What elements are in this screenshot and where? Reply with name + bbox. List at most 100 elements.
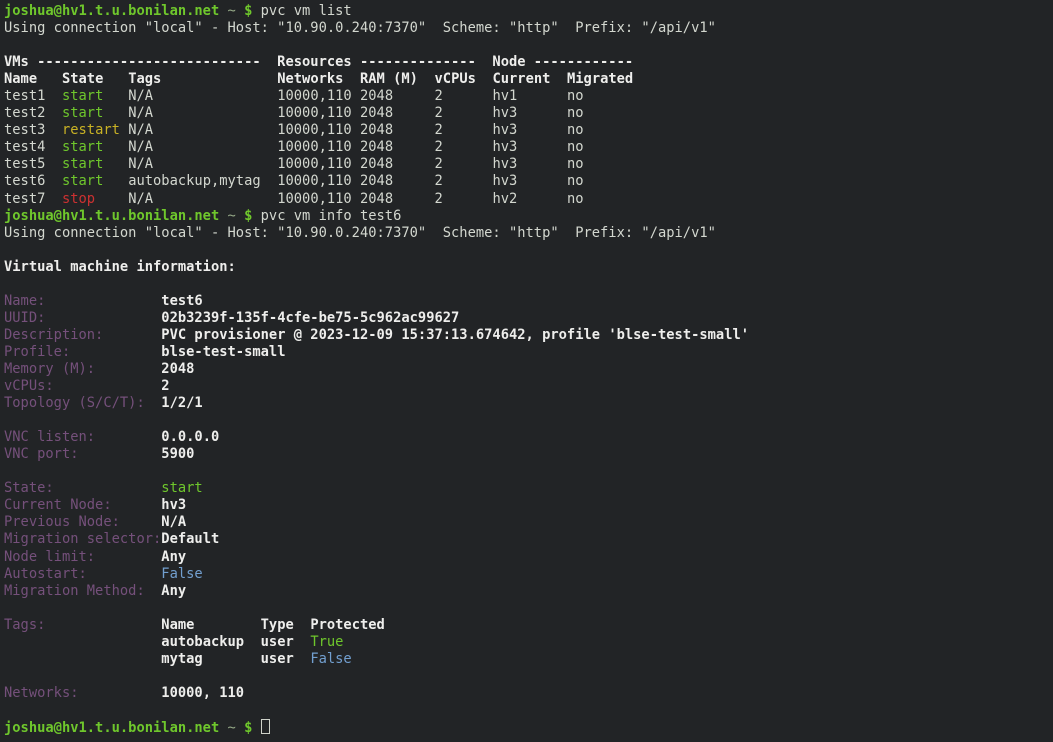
terminal-line: [4, 702, 1053, 719]
indent: [4, 651, 161, 667]
vm-migrated: no: [567, 156, 584, 172]
field-label: Profile:: [4, 344, 161, 360]
vm-vcpus: 2: [435, 156, 493, 172]
vm-name: test3: [4, 122, 62, 138]
prompt-cwd: ~: [219, 3, 236, 19]
vm-migrated: no: [567, 88, 584, 104]
field-label: Migration selector:: [4, 531, 161, 547]
vm-name: test5: [4, 156, 62, 172]
tag-type: user: [261, 634, 311, 650]
vm-ram: 2048: [360, 105, 435, 121]
terminal-line: [4, 37, 1053, 54]
field-value: test6: [161, 293, 202, 309]
field-value: 1/2/1: [161, 395, 202, 411]
field-label: Tags:: [4, 617, 161, 633]
vm-tags: N/A: [128, 139, 277, 155]
terminal-line: test6 start autobackup,mytag 10000,110 2…: [4, 173, 1053, 190]
vm-name: test2: [4, 105, 62, 121]
col-header-name: Name: [4, 71, 62, 87]
tag-type: user: [261, 651, 311, 667]
field-label: vCPUs:: [4, 378, 161, 394]
col-header-vcpus: vCPUs: [435, 71, 493, 87]
vm-state: stop: [62, 191, 128, 207]
field-label: Networks:: [4, 685, 161, 701]
field-value: 0.0.0.0: [161, 429, 219, 445]
field-value: 2: [161, 378, 169, 394]
field-value: 5900: [161, 446, 194, 462]
terminal-line: test4 start N/A 10000,110 2048 2 hv3 no: [4, 139, 1053, 156]
terminal-line: VMs --------------------------- Resource…: [4, 54, 1053, 71]
desktop: { "palette": { "bg": "#222426", "fg": "#…: [0, 0, 1053, 742]
field-label: Topology (S/C/T):: [4, 395, 161, 411]
terminal-line: VNC listen: 0.0.0.0: [4, 429, 1053, 446]
field-value: 02b3239f-135f-4cfe-be75-5c962ac99627: [161, 310, 459, 326]
terminal-line: Using connection "local" - Host: "10.90.…: [4, 225, 1053, 242]
terminal-line: [4, 668, 1053, 685]
terminal-line: test2 start N/A 10000,110 2048 2 hv3 no: [4, 105, 1053, 122]
vm-tags: N/A: [128, 88, 277, 104]
vm-name: test6: [4, 173, 62, 189]
field-value: Any: [161, 549, 186, 565]
terminal-line: test5 start N/A 10000,110 2048 2 hv3 no: [4, 156, 1053, 173]
field-value: blse-test-small: [161, 344, 285, 360]
table-group-header: VMs --------------------------- Resource…: [4, 54, 633, 70]
field-label: Description:: [4, 327, 161, 343]
vm-vcpus: 2: [435, 105, 493, 121]
vm-migrated: no: [567, 173, 584, 189]
vm-tags: N/A: [128, 156, 277, 172]
col-header-tags: Tags: [128, 71, 277, 87]
vm-state: restart: [62, 122, 128, 138]
vm-state: start: [62, 105, 128, 121]
terminal-line: joshua@hv1.t.u.bonilan.net ~ $ pvc vm in…: [4, 208, 1053, 225]
field-label: UUID:: [4, 310, 161, 326]
col-header-state: State: [62, 71, 128, 87]
section-heading: Virtual machine information:: [4, 259, 236, 275]
connection-info: Using connection "local" - Host: "10.90.…: [4, 225, 716, 241]
field-value: PVC provisioner @ 2023-12-09 15:37:13.67…: [161, 327, 749, 343]
col-header-migrated: Migrated: [567, 71, 633, 87]
vm-tags: N/A: [128, 122, 277, 138]
vm-current-node: hv3: [492, 156, 567, 172]
vm-vcpus: 2: [435, 139, 493, 155]
terminal-line: joshua@hv1.t.u.bonilan.net ~ $: [4, 719, 1053, 736]
prompt-user-host: joshua@hv1.t.u.bonilan.net: [4, 720, 219, 736]
terminal-line: Migration selector:Default: [4, 531, 1053, 548]
text: [252, 720, 260, 736]
prompt-symbol: $: [236, 720, 253, 736]
vm-state: start: [62, 139, 128, 155]
terminal-line: Virtual machine information:: [4, 259, 1053, 276]
vm-migrated: no: [567, 122, 584, 138]
terminal-line: joshua@hv1.t.u.bonilan.net ~ $ pvc vm li…: [4, 3, 1053, 20]
terminal-line: Networks: 10000, 110: [4, 685, 1053, 702]
field-value: N/A: [161, 514, 186, 530]
terminal-line: VNC port: 5900: [4, 446, 1053, 463]
terminal-line: Tags: Name Type Protected: [4, 617, 1053, 634]
terminal-line: Migration Method: Any: [4, 583, 1053, 600]
tags-col-header-type: Type: [261, 617, 311, 633]
field-label: State:: [4, 480, 161, 496]
field-label: Previous Node:: [4, 514, 161, 530]
vm-current-node: hv3: [492, 139, 567, 155]
vm-networks: 10000,110: [277, 88, 360, 104]
vm-tags: N/A: [128, 191, 277, 207]
vm-networks: 10000,110: [277, 122, 360, 138]
vm-networks: 10000,110: [277, 105, 360, 121]
connection-info: Using connection "local" - Host: "10.90.…: [4, 20, 716, 36]
field-value: 10000, 110: [161, 685, 244, 701]
vm-vcpus: 2: [435, 122, 493, 138]
vm-ram: 2048: [360, 173, 435, 189]
terminal[interactable]: joshua@hv1.t.u.bonilan.net ~ $ pvc vm li…: [0, 0, 1053, 742]
tags-col-header-name: Name: [161, 617, 260, 633]
vm-current-node: hv3: [492, 122, 567, 138]
terminal-line: mytag user False: [4, 651, 1053, 668]
vm-vcpus: 2: [435, 173, 493, 189]
prompt-cwd: ~: [219, 208, 236, 224]
terminal-line: vCPUs: 2: [4, 378, 1053, 395]
vm-current-node: hv1: [492, 88, 567, 104]
terminal-line: UUID: 02b3239f-135f-4cfe-be75-5c962ac996…: [4, 310, 1053, 327]
tags-col-header-protected: Protected: [310, 617, 385, 633]
field-label: VNC listen:: [4, 429, 161, 445]
vm-migrated: no: [567, 105, 584, 121]
terminal-line: Current Node: hv3: [4, 497, 1053, 514]
terminal-line: [4, 412, 1053, 429]
